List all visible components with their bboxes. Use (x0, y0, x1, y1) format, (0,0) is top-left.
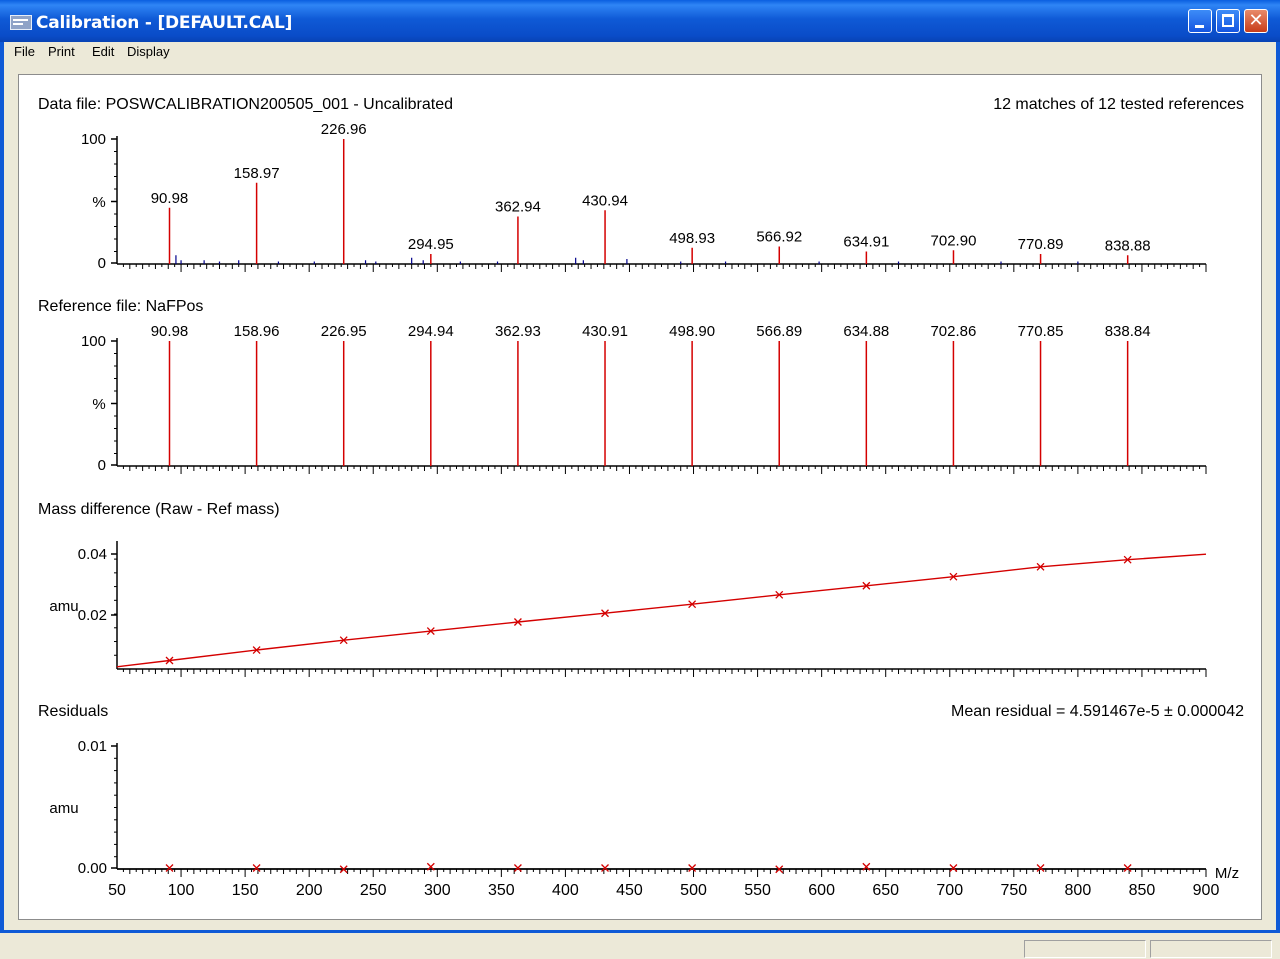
peak-label: 226.96 (321, 121, 367, 138)
residual-point (165, 864, 174, 872)
x-tick-label: 300 (424, 882, 451, 899)
x-axis-label: M/z (1215, 865, 1239, 882)
peak-label: 566.92 (756, 229, 802, 246)
data-file-spectrum[interactable]: Data file: POSWCALIBRATION200505_001 - U… (38, 96, 1244, 272)
plot-title: Reference file: NaFPos (38, 298, 203, 315)
minimize-button[interactable] (1188, 9, 1212, 33)
x-tick-label: 550 (744, 882, 771, 899)
reference-peak-label: 158.96 (234, 323, 280, 340)
close-button[interactable]: ✕ (1244, 9, 1268, 33)
client-area: Data file: POSWCALIBRATION200505_001 - U… (4, 64, 1276, 930)
peak-label: 702.90 (931, 232, 977, 249)
residual-point (513, 864, 522, 872)
reference-file-spectrum[interactable]: Reference file: NaFPos% 100 0 90.98 158.96 22… (38, 298, 1207, 474)
window-title: Calibration - [DEFAULT.CAL] (36, 13, 293, 33)
plot-title: Residuals (38, 703, 108, 720)
peak-label: 158.97 (234, 165, 280, 182)
residual-point (252, 864, 261, 872)
status-pane-2 (1150, 940, 1272, 958)
reference-peak-label: 838.84 (1105, 323, 1151, 340)
y-axis-label: amu (49, 598, 78, 615)
residuals-plot[interactable]: Residuals Mean residual = 4.591467e-5 ± 0… (38, 703, 1244, 899)
reference-peak-label: 362.93 (495, 323, 541, 340)
x-tick-label: 150 (232, 882, 259, 899)
x-tick-label: 500 (680, 882, 707, 899)
menu-display[interactable]: Display (123, 43, 174, 60)
residual-point (688, 864, 697, 872)
reference-peak-label: 770.85 (1018, 323, 1064, 340)
residual-point (1036, 864, 1045, 872)
reference-peak-label: 90.98 (151, 323, 189, 340)
y-tick-label: 0.04 (78, 546, 107, 563)
peak-label: 634.91 (843, 234, 889, 251)
maximize-button[interactable] (1216, 9, 1240, 33)
peak-label: 498.93 (669, 230, 715, 247)
peak-label: 294.95 (408, 236, 454, 253)
x-tick-label: 350 (488, 882, 515, 899)
y-axis-label: % (92, 194, 105, 211)
x-tick-label: 200 (296, 882, 323, 899)
x-tick-label: 600 (808, 882, 835, 899)
peak-label: 90.98 (151, 190, 189, 207)
x-tick-label: 850 (1129, 882, 1156, 899)
residual-point (1123, 864, 1132, 872)
x-tick-label: 800 (1065, 882, 1092, 899)
x-tick-label: 50 (108, 882, 126, 899)
plot-title: Mass difference (Raw - Ref mass) (38, 501, 280, 518)
y-tick-label: 0.02 (78, 607, 107, 624)
residual-point (601, 864, 609, 872)
menu-file[interactable]: File (10, 43, 39, 60)
mass-difference-curve (116, 553, 1207, 668)
residual-point (949, 864, 958, 872)
window-border-right (1276, 42, 1280, 930)
peak-label: 362.94 (495, 199, 541, 216)
y-tick-label: 0 (98, 255, 106, 272)
reference-peak-label: 566.89 (756, 323, 802, 340)
x-tick-label: 650 (872, 882, 899, 899)
status-pane-1 (1024, 940, 1146, 958)
peak-label: 430.94 (582, 192, 628, 209)
title-bar[interactable]: Calibration - [DEFAULT.CAL] ✕ (0, 0, 1280, 42)
status-bar (0, 930, 1280, 959)
peak-label: 838.88 (1105, 237, 1151, 254)
y-axis-label: % (92, 396, 105, 413)
x-tick-label: 100 (168, 882, 195, 899)
plot-title: Data file: POSWCALIBRATION200505_001 - U… (38, 96, 453, 113)
y-tick-label: 100 (81, 131, 106, 148)
plot-annotation: Mean residual = 4.591467e-5 ± 0.000042 (951, 703, 1244, 720)
reference-peak-label: 294.94 (408, 323, 454, 340)
app-icon[interactable] (10, 15, 32, 30)
calibration-plots: Data file: POSWCALIBRATION200505_001 - U… (38, 96, 1244, 899)
plot-annotation: 12 matches of 12 tested references (993, 96, 1244, 113)
reference-peak-label: 498.90 (669, 323, 715, 340)
reference-peak-label: 226.95 (321, 323, 367, 340)
minimize-icon (1195, 25, 1204, 28)
calibration-panel: Data file: POSWCALIBRATION200505_001 - U… (18, 74, 1262, 920)
menu-print[interactable]: Print (44, 43, 79, 60)
menu-bar: File Print Edit Display (4, 42, 1276, 64)
x-tick-label: 700 (936, 882, 963, 899)
y-tick-label: 0 (98, 457, 106, 474)
close-icon: ✕ (1248, 10, 1264, 31)
y-axis-label: amu (49, 800, 78, 817)
x-tick-label: 450 (616, 882, 643, 899)
x-tick-label: 250 (360, 882, 387, 899)
reference-peak-label: 430.91 (582, 323, 628, 340)
peak-label: 770.89 (1018, 236, 1064, 253)
mass-difference-plot[interactable]: Mass difference (Raw - Ref mass) amu 0.04 0… (38, 501, 1207, 677)
x-tick-label: 400 (552, 882, 579, 899)
calibration-window: Calibration - [DEFAULT.CAL] ✕ File Print… (0, 0, 1280, 959)
y-tick-label: 0.00 (78, 860, 107, 877)
reference-peak-label: 702.86 (930, 323, 976, 340)
y-tick-label: 100 (81, 333, 106, 350)
x-tick-label: 750 (1000, 882, 1027, 899)
reference-peak-label: 634.88 (843, 323, 889, 340)
x-tick-label: 900 (1193, 882, 1220, 899)
maximize-icon (1222, 14, 1234, 27)
y-tick-label: 0.01 (78, 738, 107, 755)
menu-edit[interactable]: Edit (88, 43, 118, 60)
